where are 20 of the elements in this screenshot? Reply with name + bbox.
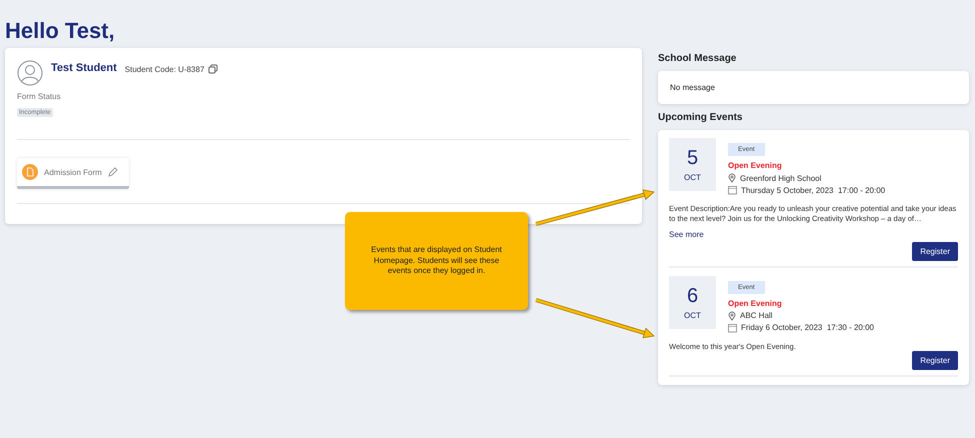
event-title: Open Evening: [728, 298, 783, 308]
event-datetime: Thursday 5 October, 2023 17:00 - 20:00: [741, 186, 886, 194]
greeting-heading: Hello Test,: [4, 17, 116, 45]
event-title: Open Evening: [728, 161, 783, 170]
date-tile: 5 OCT: [669, 138, 716, 191]
callout-note: Events that are displayed on Student Homepage. Students will see these events once they logged in.: [345, 212, 528, 310]
event-datetime: Friday 6 October, 2023 17:30 - 20:00: [741, 323, 874, 332]
form-status-label: Form Status: [17, 92, 62, 101]
see-more-link[interactable]: See more: [669, 230, 704, 238]
student-name: Test Student: [51, 62, 117, 74]
event-location: ABC Hall: [740, 311, 772, 320]
section-heading: School Message: [658, 53, 738, 64]
event-location: Greenford High School: [740, 174, 822, 182]
form-tile[interactable]: Admission Form: [17, 158, 129, 189]
register-button[interactable]: Register: [912, 242, 958, 260]
section-heading: Upcoming Events: [658, 112, 744, 123]
register-button[interactable]: Register: [912, 351, 958, 370]
student-code: Student Code: U-8387: [124, 64, 204, 74]
message-text: No message: [658, 71, 969, 104]
date-tile: 6 OCT: [669, 276, 716, 328]
